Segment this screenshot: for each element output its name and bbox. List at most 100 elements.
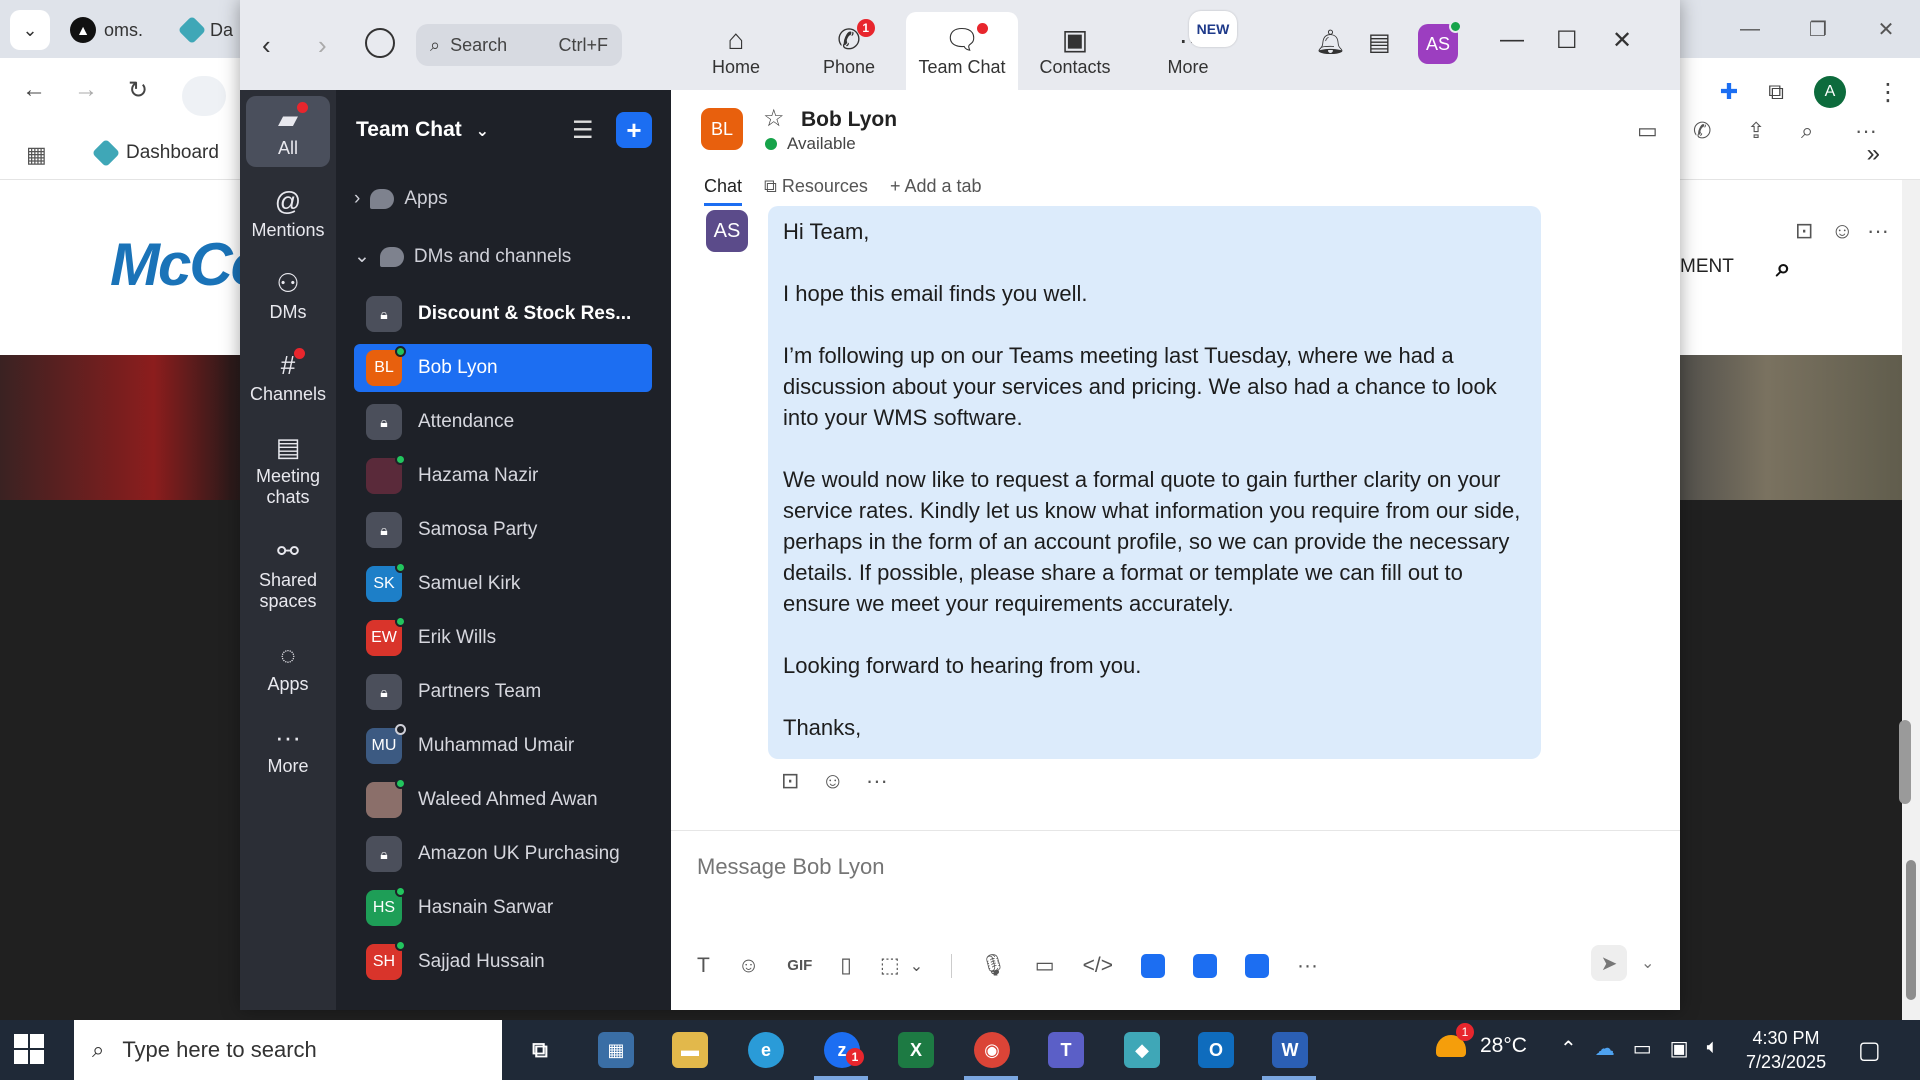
more-options-icon[interactable]: ··· xyxy=(1867,218,1889,244)
nav-tab-team-chat[interactable]: 🗨 Team Chat xyxy=(906,12,1018,90)
docs-app-icon[interactable] xyxy=(1140,953,1165,978)
channel-item[interactable]: 🔒︎ Attendance xyxy=(354,398,652,446)
microphone-icon[interactable]: 🎙︎ xyxy=(980,954,1007,978)
channel-item[interactable]: 🔒︎ Samosa Party xyxy=(354,506,652,554)
nav-tab-home[interactable]: ⌂ Home xyxy=(680,12,792,90)
windows-start-icon[interactable] xyxy=(14,1034,44,1064)
restore-icon[interactable]: ❐ xyxy=(1784,0,1852,58)
message-bubble[interactable]: Hi Team, I hope this email finds you wel… xyxy=(768,206,1541,759)
share-screen-icon[interactable]: ⇪ xyxy=(1747,118,1765,144)
chat-scrollbar[interactable] xyxy=(1899,720,1911,804)
weather-widget[interactable]: 1 28°C xyxy=(1436,1023,1527,1058)
file-explorer-icon[interactable]: ▬ xyxy=(672,1032,708,1068)
tab-resources[interactable]: ⧉ Resources xyxy=(764,176,868,206)
channel-item[interactable]: HS Hasnain Sarwar xyxy=(354,884,652,932)
nav-tab-more[interactable]: ·· NEW More xyxy=(1132,10,1244,90)
rail-item-more[interactable]: ··· More xyxy=(246,714,330,785)
search-bar[interactable]: ⌕ Search Ctrl+F xyxy=(416,24,622,66)
rail-item-meeting-chats[interactable]: ▤ Meeting chats xyxy=(246,424,330,516)
video-clip-icon[interactable]: ▭ xyxy=(1035,953,1055,978)
browser-scrollbar[interactable] xyxy=(1902,180,1920,1020)
chevron-right-double-icon[interactable]: » xyxy=(1867,140,1880,168)
search-icon[interactable]: ⌕ xyxy=(1776,252,1791,284)
emoji-add-icon[interactable]: ☺ xyxy=(1831,218,1853,244)
nav-tab-phone[interactable]: ✆ 1 Phone xyxy=(793,12,905,90)
network-icon[interactable]: ▣ xyxy=(1670,1036,1689,1061)
chevron-down-icon[interactable]: ⌄ xyxy=(1641,953,1654,973)
rail-item-all[interactable]: ▰ All xyxy=(246,96,330,167)
channel-list-title[interactable]: Team Chat ⌄ xyxy=(356,118,489,142)
contact-avatar[interactable]: BL xyxy=(701,108,743,150)
sender-avatar[interactable]: AS xyxy=(706,210,748,252)
emoji-add-icon[interactable]: ☺ xyxy=(821,768,843,794)
tab-chat[interactable]: Chat xyxy=(704,176,743,206)
channel-item[interactable]: 🔒︎ Partners Team xyxy=(354,668,652,716)
star-icon[interactable]: ☆ xyxy=(763,104,785,133)
bookmark-dashboard[interactable]: Dashboard xyxy=(91,138,219,168)
reply-icon[interactable]: ⊡ xyxy=(781,768,799,794)
rail-item-apps[interactable]: ◌ Apps xyxy=(246,632,330,703)
reload-icon[interactable]: ↻ xyxy=(128,76,148,105)
file-icon[interactable]: ▯ xyxy=(840,953,852,978)
task-view-icon[interactable]: ⧉ xyxy=(522,1032,558,1068)
channel-item[interactable]: 🔒︎ Amazon UK Purchasing xyxy=(354,830,652,878)
emoji-icon[interactable]: ☺ xyxy=(738,954,759,978)
forward-icon[interactable]: › xyxy=(318,30,327,61)
contact-name[interactable]: Bob Lyon xyxy=(801,108,897,132)
zoom-app-icon[interactable]: z1 xyxy=(824,1032,864,1068)
scrollbar-thumb[interactable] xyxy=(1906,860,1916,1000)
rail-item-channels[interactable]: # Channels xyxy=(246,342,330,413)
message-input[interactable] xyxy=(697,847,1647,887)
onedrive-cloud-icon[interactable]: ☁ xyxy=(1595,1036,1615,1061)
back-arrow-icon[interactable]: ← xyxy=(22,76,46,104)
puzzle-icon[interactable]: ⧉ xyxy=(1768,79,1784,105)
chrome-icon[interactable]: ◉ xyxy=(974,1032,1010,1068)
filter-icon[interactable]: ☰ xyxy=(572,116,594,145)
channel-item[interactable]: MU Muhammad Umair xyxy=(354,722,652,770)
taskbar-search[interactable]: ⌕ Type here to search xyxy=(74,1020,502,1080)
extension-icon[interactable]: ✚ xyxy=(1720,79,1738,105)
website-menu-item[interactable]: MENT xyxy=(1680,256,1734,278)
volume-icon[interactable]: 🔈︎ xyxy=(1707,1036,1719,1061)
phone-icon[interactable]: ✆ xyxy=(1693,118,1711,144)
channel-item[interactable]: Waleed Ahmed Awan xyxy=(354,776,652,824)
channel-item[interactable]: SH Sajjad Hussain xyxy=(354,938,652,986)
maximize-icon[interactable]: ☐ xyxy=(1556,26,1578,55)
bell-icon[interactable]: 🔔︎ xyxy=(1315,28,1345,57)
close-icon[interactable]: ✕ xyxy=(1852,0,1920,58)
code-icon[interactable]: </> xyxy=(1083,954,1113,978)
channel-item[interactable]: SK Samuel Kirk xyxy=(354,560,652,608)
rail-item-dms[interactable]: ⚇ DMs xyxy=(246,260,330,331)
back-icon[interactable]: ‹ xyxy=(262,30,271,61)
dashboard-app-icon[interactable]: ◆ xyxy=(1124,1032,1160,1068)
reply-icon[interactable]: ⊡ xyxy=(1795,218,1813,244)
tab-add[interactable]: + Add a tab xyxy=(890,176,982,206)
close-icon[interactable]: ✕ xyxy=(1612,26,1632,55)
history-icon[interactable] xyxy=(365,28,395,58)
excel-icon[interactable]: X xyxy=(898,1032,934,1068)
more-options-icon[interactable]: ··· xyxy=(866,768,888,794)
tab-search-button[interactable]: ⌄ xyxy=(10,10,50,50)
channel-item[interactable]: EW Erik Wills xyxy=(354,614,652,662)
more-tools-icon[interactable]: ··· xyxy=(1297,954,1318,978)
screenshot-icon[interactable]: ⬚ xyxy=(880,953,900,978)
add-chat-button[interactable]: + xyxy=(616,112,652,148)
apps-grid-icon[interactable]: ▦ xyxy=(26,142,47,168)
user-avatar[interactable]: AS xyxy=(1418,20,1462,64)
browser-tab-2[interactable]: Da xyxy=(177,14,233,46)
whiteboard-app-icon[interactable] xyxy=(1192,953,1217,978)
gif-button[interactable]: GIF xyxy=(787,957,812,974)
taskbar-clock[interactable]: 4:30 PM 7/23/2025 xyxy=(1746,1026,1826,1074)
nav-tab-contacts[interactable]: ▣ Contacts xyxy=(1019,12,1131,90)
channel-item[interactable]: BL Bob Lyon xyxy=(354,344,652,392)
notifications-icon[interactable]: ▢ xyxy=(1858,1036,1881,1065)
send-icon[interactable]: ➤ xyxy=(1591,945,1627,981)
channel-item[interactable]: 🔒︎ Discount & Stock Res... xyxy=(354,290,652,338)
video-icon[interactable]: ▭ xyxy=(1637,118,1658,144)
profile-avatar[interactable]: A xyxy=(1814,76,1846,108)
edge-icon[interactable]: e xyxy=(748,1032,784,1068)
minimize-icon[interactable]: — xyxy=(1500,26,1524,54)
minimize-icon[interactable]: — xyxy=(1716,0,1784,58)
calculator-icon[interactable]: ▦ xyxy=(598,1032,634,1068)
notes-app-icon[interactable] xyxy=(1244,953,1269,978)
